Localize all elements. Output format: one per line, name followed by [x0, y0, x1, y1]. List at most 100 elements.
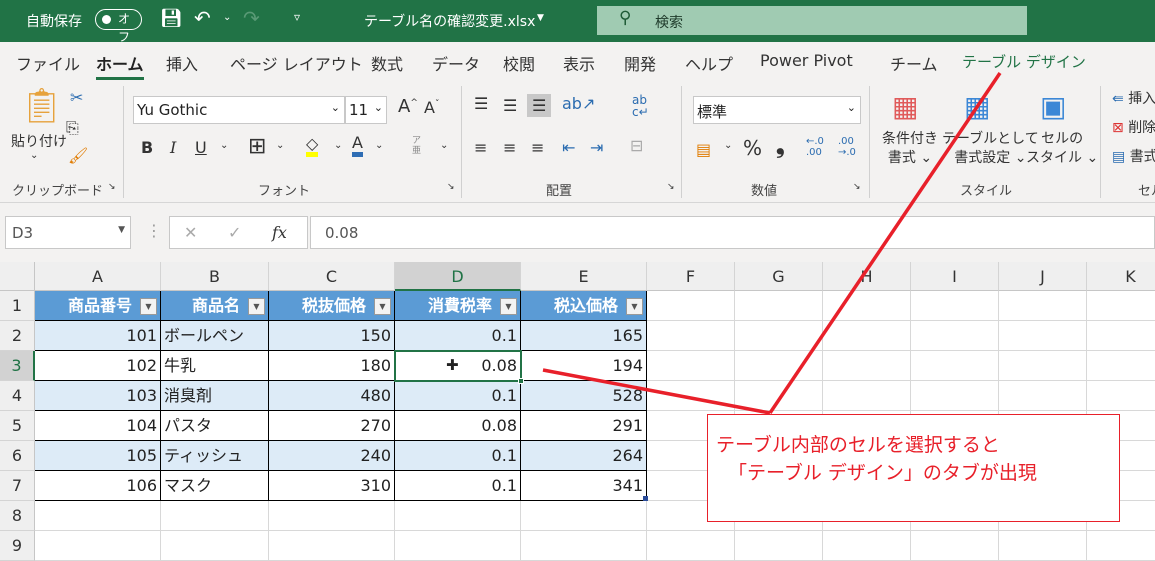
align-left-icon[interactable]: ≡ [474, 138, 487, 157]
cell[interactable] [647, 351, 735, 381]
wrap-text-icon[interactable]: ab c↵ [632, 94, 649, 118]
fill-color-icon[interactable]: ◇ [306, 136, 319, 157]
cell[interactable] [735, 291, 823, 321]
alignment-launcher-icon[interactable]: ↘ [667, 182, 675, 192]
cell[interactable] [911, 291, 999, 321]
row-header-3[interactable]: 3 [0, 351, 35, 381]
cell[interactable] [823, 321, 911, 351]
row-header-2[interactable]: 2 [0, 321, 35, 351]
filename-dropdown-icon[interactable]: ▼ [537, 13, 544, 23]
table-cell[interactable]: 480 [269, 381, 395, 411]
cell[interactable] [735, 321, 823, 351]
column-header-j[interactable]: J [999, 262, 1087, 291]
table-cell[interactable]: 165 [521, 321, 647, 351]
column-header-d[interactable]: D [395, 262, 521, 291]
tab-developer[interactable]: 開発 [624, 51, 656, 75]
cell[interactable] [1087, 291, 1155, 321]
conditional-formatting-icon[interactable]: ▦ [892, 90, 918, 123]
phonetic-icon[interactable]: ア亜 [412, 136, 421, 156]
cell[interactable] [269, 501, 395, 531]
column-header-a[interactable]: A [35, 262, 161, 291]
phonetic-dropdown-icon[interactable]: ⌄ [440, 140, 448, 151]
paste-icon[interactable]: 📋︎ [20, 86, 63, 126]
cell[interactable] [735, 531, 823, 561]
table-cell[interactable]: 528 [521, 381, 647, 411]
cell[interactable] [647, 291, 735, 321]
cell[interactable] [647, 321, 735, 351]
font-name-select[interactable]: Yu Gothic ⌄ [133, 96, 345, 124]
cell[interactable] [1087, 531, 1155, 561]
tab-insert[interactable]: 挿入 [166, 51, 198, 75]
align-right-icon[interactable]: ≡ [531, 138, 544, 157]
align-top-icon[interactable]: ☰ [474, 94, 488, 113]
font-color-icon[interactable]: A [352, 134, 363, 157]
cell[interactable] [269, 531, 395, 561]
table-cell[interactable]: 0.1 [395, 471, 521, 501]
tab-data[interactable]: データ [432, 51, 480, 75]
table-resize-handle[interactable] [643, 496, 648, 501]
number-format-select[interactable]: 標準 ⌄ [693, 96, 861, 124]
table-header-cell[interactable]: 税抜価格 ▼ [269, 291, 395, 321]
cell[interactable] [1087, 351, 1155, 381]
borders-icon[interactable]: ⊞ [248, 134, 266, 159]
cell[interactable] [35, 531, 161, 561]
cell[interactable] [647, 531, 735, 561]
accounting-format-icon[interactable]: ▤ [696, 140, 711, 159]
table-cell[interactable]: 0.08 [395, 411, 521, 441]
table-cell[interactable]: 101 [35, 321, 161, 351]
conditional-formatting-button[interactable]: 条件付き 書式 ⌄ [882, 130, 938, 168]
decrease-decimal-icon[interactable]: .00 →.0 [838, 136, 856, 158]
cell[interactable] [35, 501, 161, 531]
tab-help[interactable]: ヘルプ [685, 51, 733, 75]
table-cell[interactable]: 104 [35, 411, 161, 441]
table-cell[interactable]: 0.1 [395, 441, 521, 471]
row-header-5[interactable]: 5 [0, 411, 35, 441]
table-cell[interactable]: パスタ [161, 411, 269, 441]
align-bottom-icon[interactable]: ☰ [527, 94, 552, 117]
row-header-7[interactable]: 7 [0, 471, 35, 501]
save-icon[interactable]: 💾︎ [160, 8, 183, 29]
row-header-1[interactable]: 1 [0, 291, 35, 321]
filter-dropdown-icon[interactable]: ▼ [500, 298, 517, 315]
tab-review[interactable]: 校閲 [503, 51, 535, 75]
tab-table-design[interactable]: テーブル デザイン [962, 51, 1086, 72]
tab-home[interactable]: ホーム [96, 51, 144, 80]
tab-file[interactable]: ファイル [16, 51, 80, 75]
table-cell[interactable]: 291 [521, 411, 647, 441]
row-header-4[interactable]: 4 [0, 381, 35, 411]
table-cell[interactable]: 270 [269, 411, 395, 441]
underline-dropdown-icon[interactable]: ⌄ [220, 140, 228, 151]
increase-indent-icon[interactable]: ⇥ [590, 138, 603, 157]
paste-dropdown-icon[interactable]: ⌄ [30, 150, 38, 161]
fill-color-dropdown-icon[interactable]: ⌄ [334, 140, 342, 151]
filter-dropdown-icon[interactable]: ▼ [626, 298, 643, 315]
cell[interactable] [1087, 321, 1155, 351]
cell-styles-button[interactable]: セルの スタイル ⌄ [1026, 130, 1098, 168]
font-launcher-icon[interactable]: ↘ [447, 182, 455, 192]
table-cell[interactable]: 牛乳 [161, 351, 269, 381]
tab-team[interactable]: チーム [890, 51, 938, 75]
table-cell[interactable]: 106 [35, 471, 161, 501]
table-cell[interactable]: 0.1 [395, 381, 521, 411]
insert-cells-button[interactable]: ⇚ 挿入 [1112, 88, 1155, 108]
name-box[interactable]: D3 ▼ [5, 216, 131, 249]
column-header-g[interactable]: G [735, 262, 823, 291]
tab-page-layout[interactable]: ページ レイアウト [230, 51, 363, 75]
filter-dropdown-icon[interactable]: ▼ [140, 298, 157, 315]
paste-button[interactable]: 貼り付け [11, 131, 67, 151]
tab-formulas[interactable]: 数式 [371, 51, 403, 75]
shrink-font-icon[interactable]: Aˇ [424, 98, 439, 117]
cell[interactable] [911, 351, 999, 381]
table-header-cell[interactable]: 商品番号 ▼ [35, 291, 161, 321]
table-cell[interactable]: 240 [269, 441, 395, 471]
percent-button[interactable]: % [743, 136, 762, 160]
formula-input[interactable]: 0.08 [310, 216, 1155, 249]
cell[interactable] [735, 381, 823, 411]
undo-dropdown-icon[interactable]: ⌄ [223, 12, 231, 23]
cell[interactable] [395, 501, 521, 531]
column-header-c[interactable]: C [269, 262, 395, 291]
table-cell[interactable]: 341 [521, 471, 647, 501]
orientation-icon[interactable]: ab↗ [562, 94, 595, 113]
table-header-cell[interactable]: 商品名 ▼ [161, 291, 269, 321]
cell[interactable] [395, 531, 521, 561]
